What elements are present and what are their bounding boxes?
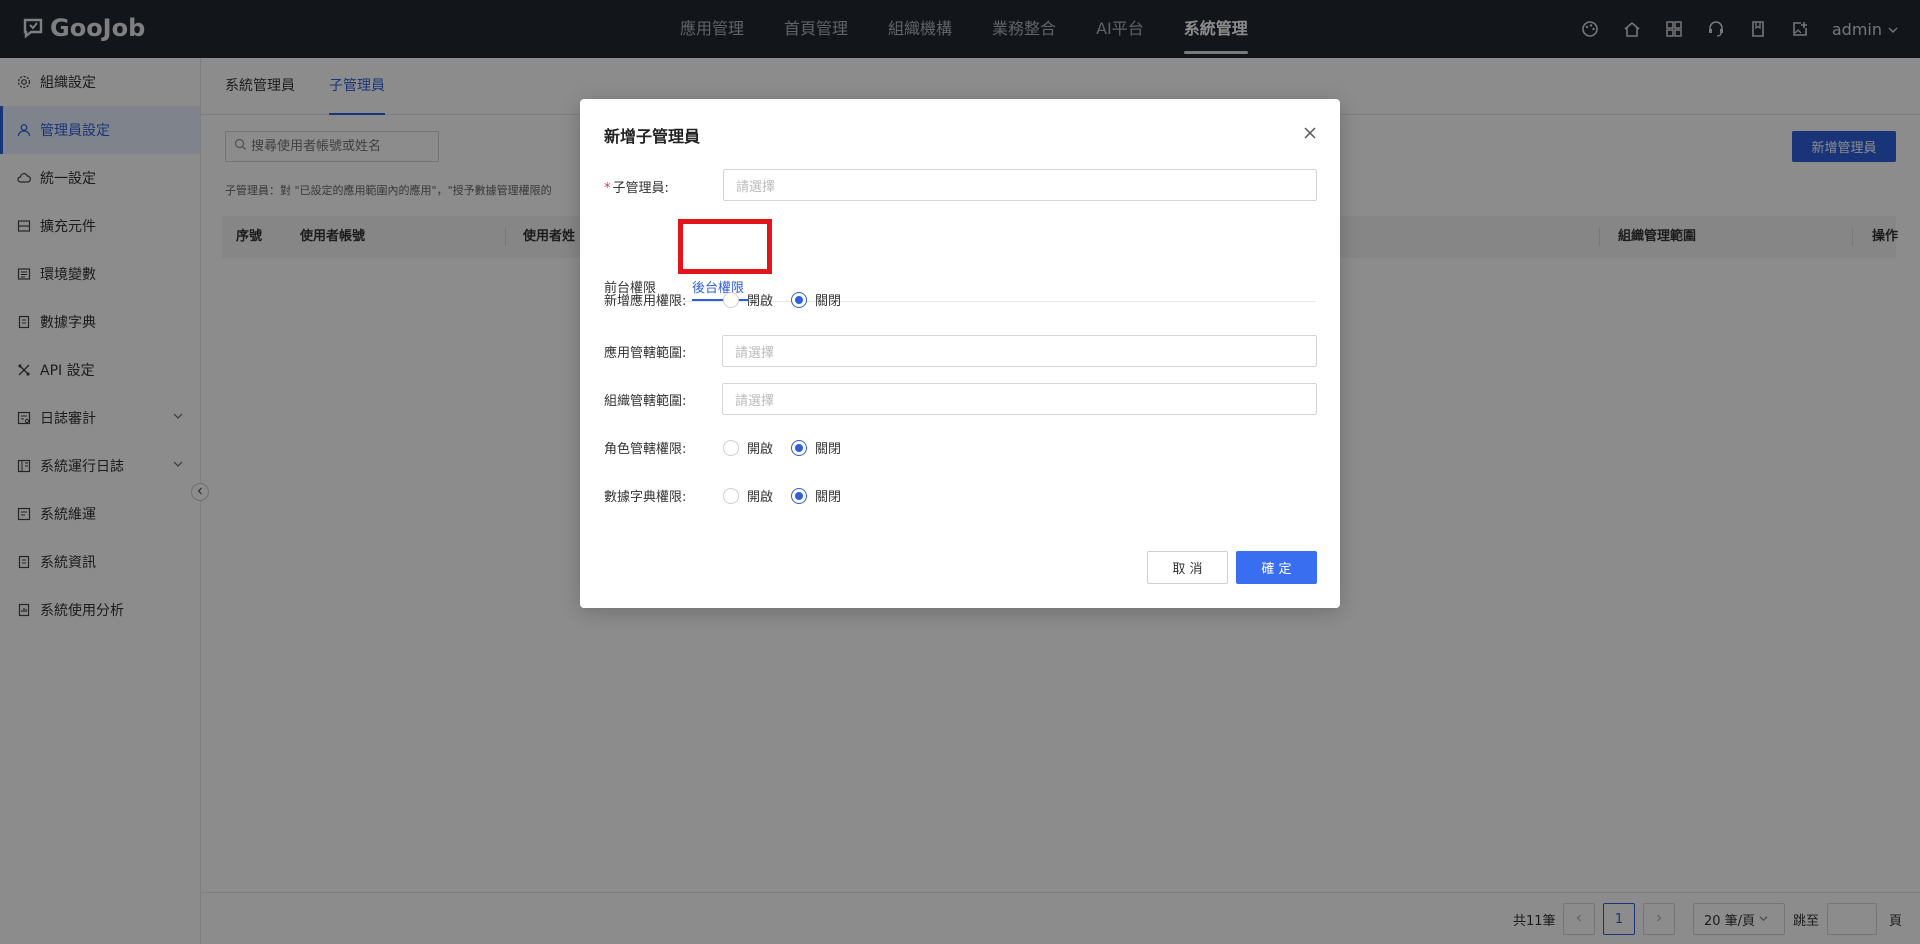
required-mark: * <box>604 181 611 196</box>
sub-admin-label: * 子管理員: <box>604 177 669 196</box>
close-icon[interactable] <box>1302 125 1318 141</box>
role-permission-off[interactable]: 關閉 <box>791 438 841 457</box>
radio-label: 開啟 <box>747 442 774 457</box>
radio-button[interactable] <box>723 439 739 456</box>
permission-tabs: 前台權限 後台權限 <box>604 267 1316 302</box>
add-app-permission-radio-group: 開啟 關閉 <box>723 290 859 309</box>
cancel-button[interactable]: 取 消 <box>1147 551 1228 584</box>
radio-button[interactable] <box>791 291 808 308</box>
role-permission-label: 角色管轄權限: <box>604 442 687 457</box>
dict-permission-label: 數據字典權限: <box>604 490 687 505</box>
confirm-button[interactable]: 確 定 <box>1236 551 1317 584</box>
sub-admin-select[interactable]: 請選擇 <box>723 169 1317 201</box>
radio-button[interactable] <box>723 487 739 504</box>
role-permission-radio-group: 開啟 關閉 <box>723 438 859 457</box>
radio-label: 關閉 <box>815 294 842 309</box>
radio-button[interactable] <box>723 291 739 308</box>
app-scope-select[interactable]: 請選擇 <box>722 335 1317 367</box>
add-sub-admin-dialog: 新增子管理員 * 子管理員: 請選擇 前台權限 後台權限 新增應用權限: 開啟 關… <box>580 99 1340 608</box>
radio-button[interactable] <box>791 487 808 504</box>
radio-label: 開啟 <box>747 490 774 505</box>
sub-admin-label-text: 子管理員: <box>612 181 669 196</box>
dict-permission-off[interactable]: 關閉 <box>791 486 841 505</box>
radio-label: 關閉 <box>815 490 842 505</box>
dict-permission-on[interactable]: 開啟 <box>723 486 773 505</box>
role-permission-on[interactable]: 開啟 <box>723 438 773 457</box>
add-app-permission-off[interactable]: 關閉 <box>791 290 841 309</box>
radio-label: 關閉 <box>815 442 842 457</box>
radio-label: 開啟 <box>747 294 774 309</box>
org-scope-select[interactable]: 請選擇 <box>722 383 1317 415</box>
add-app-permission-on[interactable]: 開啟 <box>723 290 773 309</box>
radio-button[interactable] <box>791 439 808 456</box>
app-scope-label: 應用管轄範圍: <box>604 346 687 361</box>
add-app-permission-label: 新增應用權限: <box>604 294 687 309</box>
highlight-box <box>678 219 772 274</box>
dialog-title: 新增子管理員 <box>604 127 701 146</box>
dict-permission-radio-group: 開啟 關閉 <box>723 486 859 505</box>
org-scope-label: 組織管轄範圍: <box>604 394 687 409</box>
